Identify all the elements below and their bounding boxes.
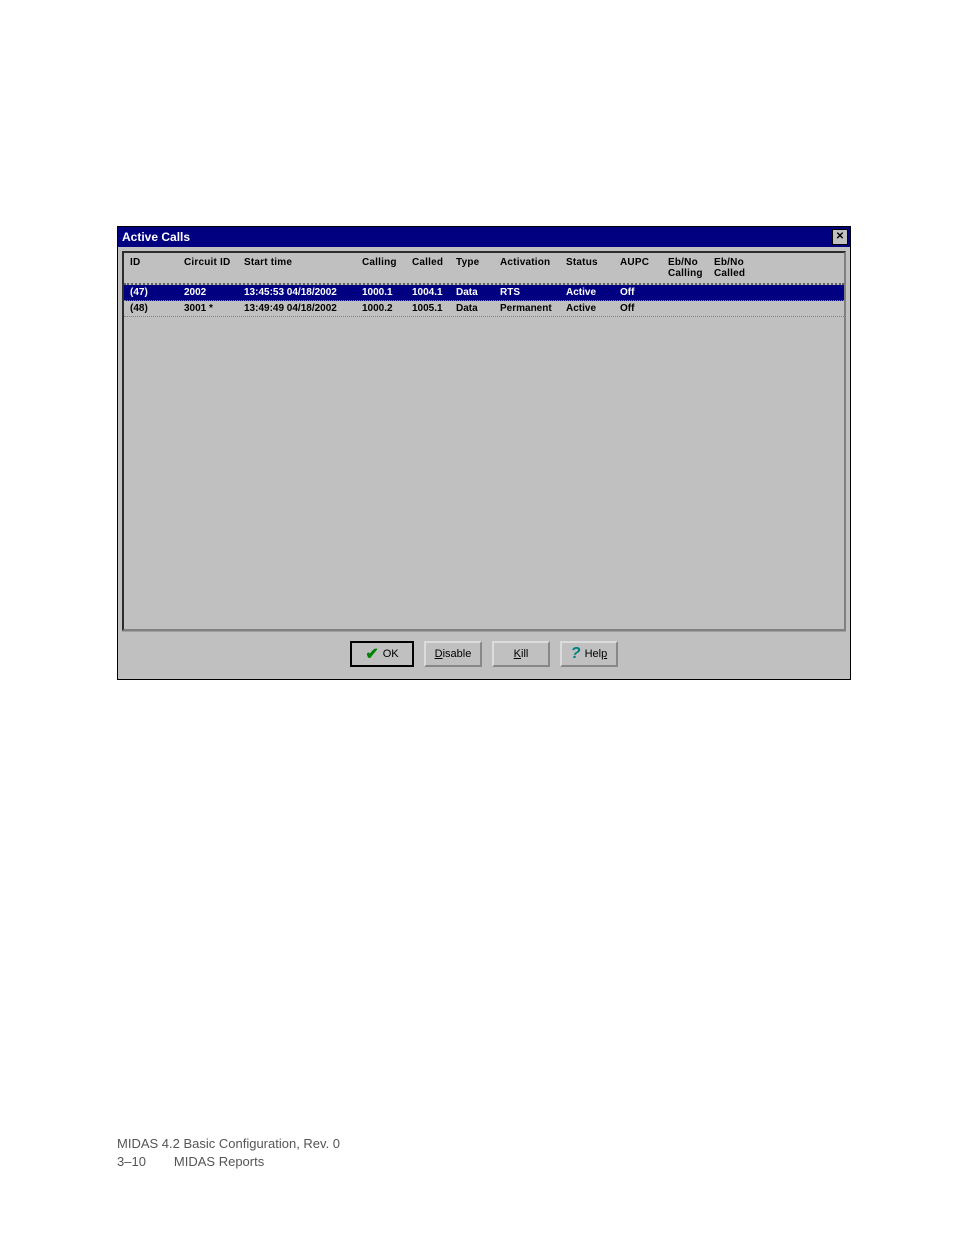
col-aupc: AUPC	[620, 257, 668, 279]
document-page: Active Calls ✕ ID Circuit ID Start time …	[0, 0, 954, 1235]
check-icon: ✔	[365, 644, 378, 664]
question-icon: ?	[571, 645, 581, 663]
col-ebno-calling: Eb/No Calling	[668, 257, 714, 279]
page-number: 3–10	[117, 1153, 146, 1171]
calls-table: ID Circuit ID Start time Calling Called …	[122, 251, 846, 631]
table-row[interactable]: (47) 2002 13:45:53 04/18/2002 1000.1 100…	[124, 285, 844, 301]
col-calling: Calling	[362, 257, 412, 279]
kill-button[interactable]: Kill	[492, 641, 550, 667]
col-called: Called	[412, 257, 456, 279]
col-type: Type	[456, 257, 500, 279]
page-footer: MIDAS 4.2 Basic Configuration, Rev. 0 3–…	[117, 1135, 340, 1171]
ok-button[interactable]: ✔ OK	[350, 641, 414, 667]
col-status: Status	[566, 257, 620, 279]
col-start: Start time	[244, 257, 362, 279]
section-title: MIDAS Reports	[174, 1153, 264, 1171]
disable-button[interactable]: Disable	[424, 641, 482, 667]
active-calls-window: Active Calls ✕ ID Circuit ID Start time …	[117, 226, 851, 680]
col-ebno-called: Eb/No Called	[714, 257, 758, 279]
window-title: Active Calls	[122, 230, 190, 244]
window-body: ID Circuit ID Start time Calling Called …	[118, 247, 850, 679]
col-activation: Activation	[500, 257, 566, 279]
col-id: ID	[126, 257, 184, 279]
table-header-row: ID Circuit ID Start time Calling Called …	[124, 253, 844, 285]
close-icon[interactable]: ✕	[832, 229, 848, 245]
titlebar: Active Calls ✕	[118, 227, 850, 247]
footer-line1: MIDAS 4.2 Basic Configuration, Rev. 0	[117, 1135, 340, 1153]
help-button[interactable]: ? Help	[560, 641, 618, 667]
button-bar: ✔ OK Disable Kill ? Help	[122, 631, 846, 675]
col-circuit: Circuit ID	[184, 257, 244, 279]
table-row[interactable]: (48) 3001 * 13:49:49 04/18/2002 1000.2 1…	[124, 301, 844, 317]
